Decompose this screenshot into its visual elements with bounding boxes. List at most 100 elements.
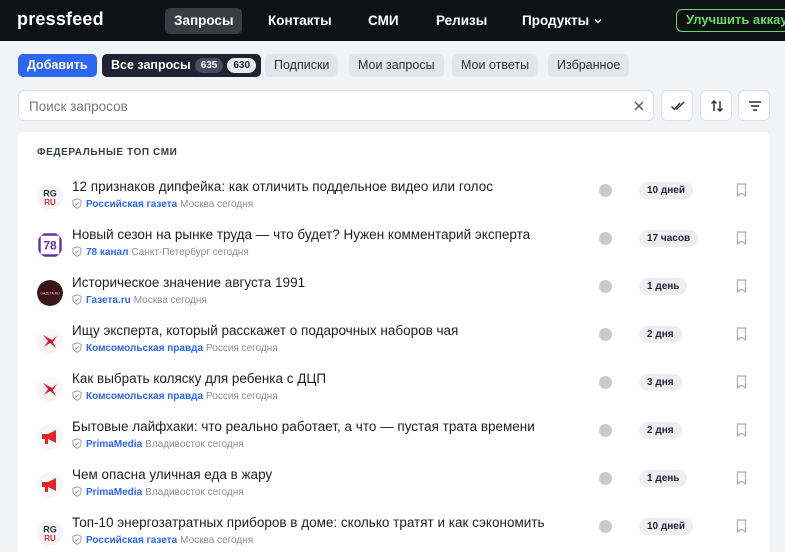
bookmark-icon[interactable] xyxy=(736,423,747,437)
verified-shield-icon xyxy=(72,486,82,497)
media-source[interactable]: PrimaMedia xyxy=(86,439,142,450)
tab-subscriptions[interactable]: Подписки xyxy=(265,54,339,77)
verified-shield-icon xyxy=(72,438,82,449)
media-logo: RG RU xyxy=(37,184,63,210)
media-source[interactable]: Газета.ru xyxy=(86,295,131,306)
request-location: Владивосток сегодня xyxy=(145,439,244,450)
request-location: Москва сегодня xyxy=(133,295,207,306)
media-logo xyxy=(37,424,63,450)
nav-media[interactable]: СМИ xyxy=(359,8,408,34)
request-meta: PrimaMedia Владивосток сегодня xyxy=(72,438,244,450)
request-title[interactable]: Историческое значение августа 1991 xyxy=(72,275,305,290)
request-row[interactable]: RG RU Топ-10 энергозатратных приборов в д… xyxy=(18,514,770,552)
media-logo xyxy=(37,328,63,354)
deadline-badge: 1 день xyxy=(639,470,688,487)
section-title: ФЕДЕРАЛЬНЫЕ ТОП СМИ xyxy=(37,147,178,158)
media-source[interactable]: Комсомольская правда xyxy=(86,391,203,402)
clear-search-icon[interactable] xyxy=(632,99,646,113)
media-source[interactable]: Российская газета xyxy=(86,199,177,210)
bookmark-icon[interactable] xyxy=(736,231,747,245)
media-source[interactable]: Комсомольская правда xyxy=(86,343,203,354)
filter-button[interactable] xyxy=(738,90,770,121)
search-box xyxy=(18,90,654,121)
tab-all-requests[interactable]: Все запросы 635 630 xyxy=(102,54,262,77)
responder-avatar xyxy=(599,376,612,389)
svg-text:GAZETA.RU: GAZETA.RU xyxy=(40,292,60,296)
responder-avatar xyxy=(599,328,612,341)
chevron-down-icon xyxy=(594,19,602,24)
request-row[interactable]: Чем опасна уличная еда в жару PrimaMedia… xyxy=(18,466,770,514)
request-meta: 78 канал Санкт-Петербург сегодня xyxy=(72,246,249,258)
request-row[interactable]: GAZETA.RU Историческое значение августа … xyxy=(18,274,770,322)
request-meta: Российская газета Москва сегодня xyxy=(72,198,253,210)
request-title[interactable]: Ищу эксперта, который расскажет о подаро… xyxy=(72,323,458,338)
request-title[interactable]: Топ-10 энергозатратных приборов в доме: … xyxy=(72,515,545,530)
request-row[interactable]: 78 Новый сезон на рынке труда — что буде… xyxy=(18,226,770,274)
tab-my-requests[interactable]: Мои запросы xyxy=(349,54,444,77)
request-title[interactable]: Чем опасна уличная еда в жару xyxy=(72,467,272,482)
media-logo: RG RU xyxy=(37,520,63,546)
media-source[interactable]: PrimaMedia xyxy=(86,487,142,498)
add-request-button[interactable]: Добавить xyxy=(18,54,97,77)
svg-text:RU: RU xyxy=(44,534,56,543)
media-logo: GAZETA.RU xyxy=(37,280,63,306)
tab-all-requests-label: Все запросы xyxy=(111,58,191,72)
bookmark-icon[interactable] xyxy=(736,375,747,389)
bookmark-icon[interactable] xyxy=(736,327,747,341)
request-title[interactable]: Бытовые лайфхаки: что реально работает, … xyxy=(72,419,535,434)
upgrade-account-button[interactable]: Улучшить аккаунт xyxy=(676,9,785,32)
new-requests-count-badge: 630 xyxy=(227,58,257,73)
media-source[interactable]: Российская газета xyxy=(86,535,177,546)
media-logo: 78 xyxy=(37,232,63,258)
bookmark-icon[interactable] xyxy=(736,471,747,485)
svg-text:RU: RU xyxy=(44,198,56,207)
nav-contacts[interactable]: Контакты xyxy=(259,8,341,34)
request-row[interactable]: Ищу эксперта, который расскажет о подаро… xyxy=(18,322,770,370)
request-location: Россия сегодня xyxy=(206,391,278,402)
request-meta: Комсомольская правда Россия сегодня xyxy=(72,390,278,402)
request-location: Санкт-Петербург сегодня xyxy=(131,247,249,258)
sort-button[interactable] xyxy=(700,90,732,121)
media-source[interactable]: 78 канал xyxy=(86,247,128,258)
nav-releases[interactable]: Релизы xyxy=(427,8,496,34)
responder-avatar xyxy=(599,520,612,533)
deadline-badge: 1 день xyxy=(639,278,688,295)
nav-products[interactable]: Продукты xyxy=(513,8,611,34)
request-meta: PrimaMedia Владивосток сегодня xyxy=(72,486,244,498)
responder-avatar xyxy=(599,424,612,437)
responder-avatar xyxy=(599,472,612,485)
tab-my-answers[interactable]: Мои ответы xyxy=(452,54,539,77)
request-meta: Российская газета Москва сегодня xyxy=(72,534,253,546)
tab-favorites[interactable]: Избранное xyxy=(548,54,630,77)
search-input[interactable] xyxy=(29,97,609,115)
verified-shield-icon xyxy=(72,342,82,353)
nav-requests[interactable]: Запросы xyxy=(165,8,243,34)
request-location: Владивосток сегодня xyxy=(145,487,244,498)
request-location: Москва сегодня xyxy=(180,199,254,210)
bookmark-icon[interactable] xyxy=(736,183,747,197)
verified-shield-icon xyxy=(72,246,82,257)
bookmark-icon[interactable] xyxy=(736,519,747,533)
request-title[interactable]: Как выбрать коляску для ребенка с ДЦП xyxy=(72,371,326,386)
deadline-badge: 10 дней xyxy=(639,518,693,535)
deadline-badge: 17 часов xyxy=(639,230,699,247)
request-title[interactable]: Новый сезон на рынке труда — что будет? … xyxy=(72,227,530,242)
all-requests-count-badge: 635 xyxy=(194,58,224,73)
mark-all-read-button[interactable] xyxy=(661,90,693,121)
verified-shield-icon xyxy=(72,198,82,209)
sort-arrows-icon xyxy=(711,100,723,112)
deadline-badge: 10 дней xyxy=(639,182,693,199)
request-row[interactable]: Бытовые лайфхаки: что реально работает, … xyxy=(18,418,770,466)
responder-avatar xyxy=(599,232,612,245)
verified-shield-icon xyxy=(72,390,82,401)
svg-text:RG: RG xyxy=(43,525,57,535)
request-title[interactable]: 12 признаков дипфейка: как отличить подд… xyxy=(72,179,493,194)
request-row[interactable]: Как выбрать коляску для ребенка с ДЦП Ко… xyxy=(18,370,770,418)
request-location: Россия сегодня xyxy=(206,343,278,354)
pressfeed-logo[interactable]: pressfeed xyxy=(17,9,104,30)
svg-text:78: 78 xyxy=(43,239,57,253)
request-row[interactable]: RG RU 12 признаков дипфейка: как отличить… xyxy=(18,178,770,226)
double-check-icon xyxy=(671,101,685,111)
verified-shield-icon xyxy=(72,534,82,545)
bookmark-icon[interactable] xyxy=(736,279,747,293)
